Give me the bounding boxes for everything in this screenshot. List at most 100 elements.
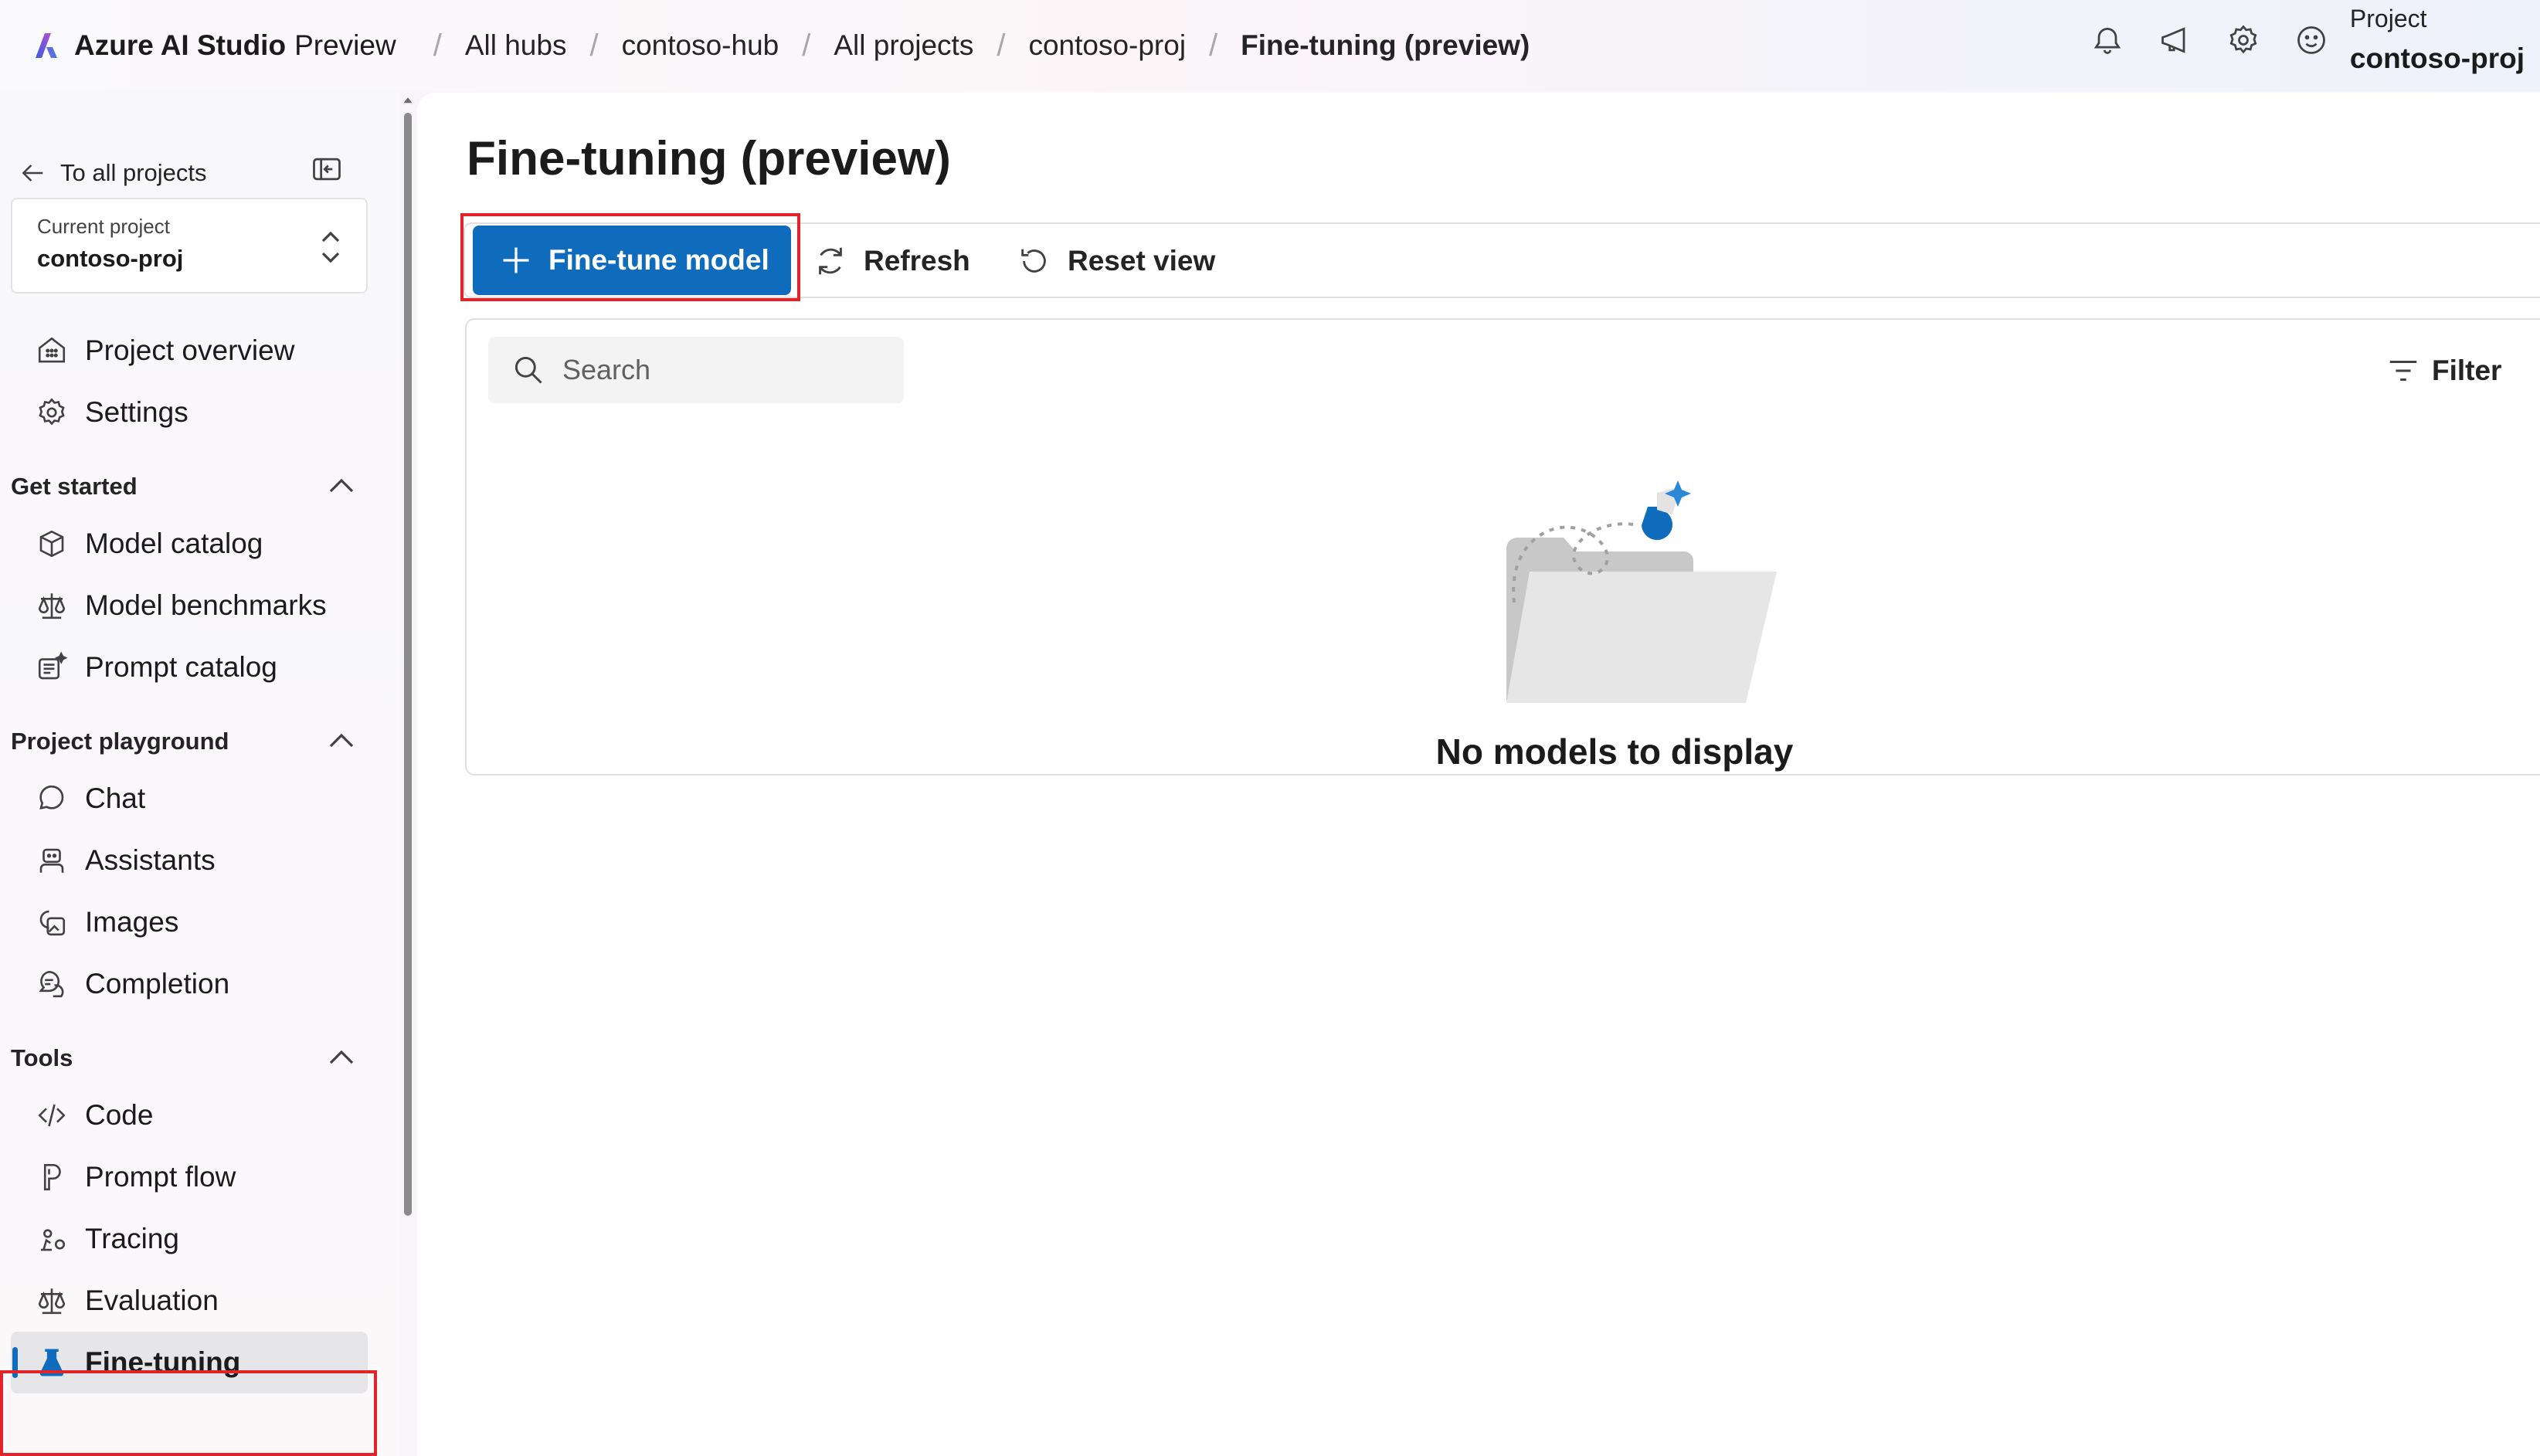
sidebar-item-label: Assistants [85,844,216,876]
chevron-up-icon [329,1050,354,1064]
sidebar-item-label: Code [85,1099,154,1131]
smiley-icon[interactable] [2293,22,2330,59]
sidebar-item-label: Completion [85,968,230,1000]
back-label: To all projects [60,159,207,186]
azure-ai-logo-icon [36,33,57,58]
current-project-selector[interactable]: Current project contoso-proj [11,198,368,294]
current-project-value: contoso-proj [37,245,184,272]
sidebar-item-label: Fine-tuning [85,1346,241,1378]
plus-icon [503,247,529,273]
section-tools[interactable]: Tools [11,1035,368,1081]
sidebar-item-label: Tracing [85,1223,180,1254]
bot-icon [32,841,71,880]
chat-icon [32,779,71,818]
sidebar-item-completion[interactable]: Completion [11,953,368,1015]
app-window: Azure AI Studio Preview / All hubs / con… [0,0,2540,1456]
breadcrumb-separator: / [1209,28,1218,63]
header-actions [2089,22,2330,59]
sidebar-item-evaluation[interactable]: Evaluation [11,1270,368,1332]
breadcrumb-separator: / [997,28,1006,63]
section-title: Project playground [11,728,229,755]
arrow-left-icon [22,165,43,182]
breadcrumb-separator: / [589,28,599,63]
sidebar-item-label: Chat [85,782,146,814]
gear-icon [32,393,71,432]
header-project-label: Project [2349,5,2427,32]
top-bar: Azure AI Studio Preview / All hubs / con… [0,0,2540,91]
sidebar-item-label: Model catalog [85,528,263,559]
collapse-sidebar-button[interactable] [307,150,346,188]
sidebar-item-code[interactable]: Code [11,1084,368,1146]
breadcrumb-current: Fine-tuning (preview) [1241,29,1530,61]
scrollbar-thumb[interactable] [404,113,412,1216]
sidebar-item-project-overview[interactable]: Project overview [11,320,368,382]
search-input[interactable] [562,354,887,386]
sidebar-item-label: Project overview [85,334,295,366]
filter-icon [2389,360,2417,382]
cube-icon [32,524,71,563]
fine-tune-model-label: Fine-tune model [548,244,769,276]
filter-button[interactable]: Filter [2385,348,2501,394]
breadcrumb-project[interactable]: contoso-proj [1028,29,1186,62]
empty-folder-illustration-icon [1506,480,1777,703]
flow-icon [32,1158,71,1196]
completion-icon [32,965,71,1003]
breadcrumb-all-projects[interactable]: All projects [834,29,973,62]
scroll-up-arrow-icon[interactable] [402,94,413,105]
megaphone-icon[interactable] [2157,22,2194,59]
brand-suffix: Preview [294,29,396,61]
sidebar-scrollbar[interactable] [401,91,413,1456]
bell-icon[interactable] [2089,22,2126,59]
sparkle-list-icon [32,648,71,687]
sidebar-item-label: Evaluation [85,1285,219,1316]
active-indicator [12,1347,18,1378]
sidebar-item-label: Images [85,906,179,938]
section-title: Tools [11,1044,73,1071]
scale-icon [32,586,71,625]
sidebar-item-images[interactable]: Images [11,891,368,953]
breadcrumb-hub[interactable]: contoso-hub [622,29,779,62]
header-project[interactable]: Project contoso-proj [2350,5,2525,75]
image-icon [32,903,71,942]
grid-icon [32,331,71,370]
sidebar-item-prompt-flow[interactable]: Prompt flow [11,1146,368,1208]
flask-icon [32,1343,71,1382]
main-content: Fine-tuning (preview) Fine-tune model Re… [417,93,2540,1456]
search-box[interactable] [488,337,904,403]
sidebar: To all projects Current project contoso-… [0,91,400,1456]
page-title: Fine-tuning (preview) [467,132,951,185]
sidebar-item-assistants[interactable]: Assistants [11,830,368,891]
sidebar-item-prompt-catalog[interactable]: Prompt catalog [11,636,368,698]
gear-icon[interactable] [2225,22,2262,59]
reset-view-button[interactable]: Reset view [1017,233,1215,289]
refresh-label: Refresh [864,245,970,277]
chevron-up-icon [329,478,354,493]
section-project-playground[interactable]: Project playground [11,718,368,765]
empty-state-message: No models to display [1435,731,1794,772]
filter-label: Filter [2432,355,2502,386]
sidebar-item-model-benchmarks[interactable]: Model benchmarks [11,575,368,636]
refresh-icon [819,247,842,275]
sidebar-item-label: Model benchmarks [85,589,327,621]
breadcrumb-all-hubs[interactable]: All hubs [465,29,567,62]
sidebar-item-label: Prompt catalog [85,651,277,683]
sidebar-item-settings[interactable]: Settings [11,382,368,443]
breadcrumb: / All hubs / contoso-hub / All projects … [410,29,1530,63]
section-title: Get started [11,473,138,500]
sidebar-item-model-catalog[interactable]: Model catalog [11,513,368,575]
sidebar-item-fine-tuning[interactable]: Fine-tuning [11,1332,368,1393]
section-get-started[interactable]: Get started [11,463,368,510]
chevron-up-down-icon [321,231,340,263]
sidebar-item-chat[interactable]: Chat [11,768,368,830]
reset-view-label: Reset view [1068,245,1216,277]
back-to-projects-link[interactable]: To all projects [17,150,349,196]
panel-collapse-icon [313,158,341,181]
refresh-button[interactable]: Refresh [813,233,970,289]
brand[interactable]: Azure AI Studio Preview [29,29,396,63]
fine-tune-model-button[interactable]: Fine-tune model [473,226,791,295]
reset-icon [1021,249,1046,273]
code-icon [32,1096,71,1135]
current-project-label: Current project [37,215,170,238]
sidebar-item-label: Prompt flow [85,1161,236,1193]
sidebar-item-tracing[interactable]: Tracing [11,1208,368,1270]
